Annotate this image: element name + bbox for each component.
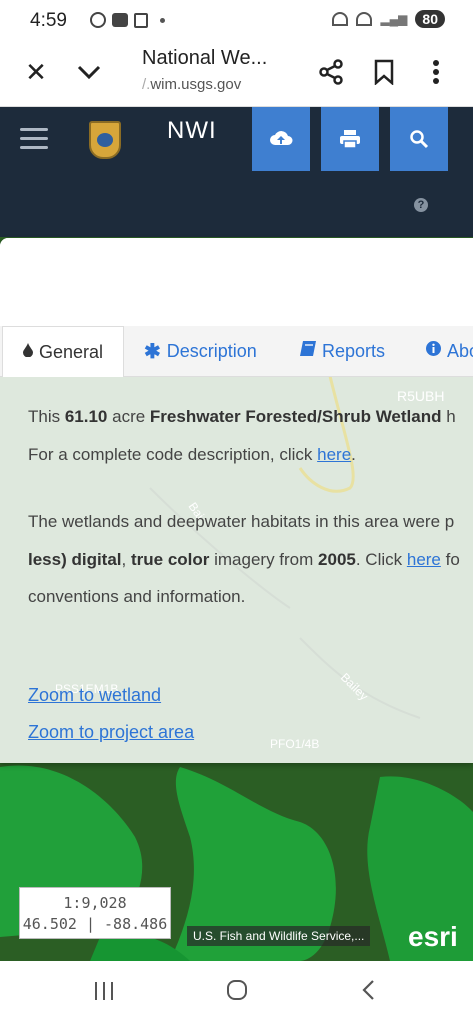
search-icon — [410, 130, 429, 149]
usfws-logo — [89, 121, 121, 159]
map-scale: 1:9,028 — [63, 894, 127, 912]
tab-general-label: General — [38, 341, 104, 362]
help-icon[interactable]: ? — [414, 198, 428, 212]
tab-reports-label: Reports — [322, 340, 386, 361]
map-coordinates: 46.502 | -88.486 — [22, 915, 168, 933]
share-icon[interactable] — [313, 54, 349, 90]
book-icon — [300, 341, 316, 361]
tab-reports[interactable]: Reports — [300, 326, 385, 376]
tab-about[interactable]: Abo — [426, 326, 473, 376]
tab-description[interactable]: ✱ Description — [144, 326, 257, 376]
habitat-text-line1: The wetlands and deepwater habitats in t… — [28, 512, 455, 531]
battery-badge: 80 — [415, 10, 445, 28]
menu-icon[interactable] — [20, 128, 48, 150]
url-host[interactable]: /.wim.usgs.gov — [142, 76, 241, 93]
search-button[interactable] — [390, 107, 448, 171]
conventions-link[interactable]: here — [407, 550, 441, 569]
chevron-down-icon[interactable] — [71, 54, 107, 90]
signal-icon: ▂▄▆ — [380, 12, 408, 26]
asterisk-icon: ✱ — [144, 340, 161, 363]
url-host-name: wim.usgs.gov — [150, 76, 242, 93]
habitat-text-line2: less) digital, true color imagery from 2… — [28, 549, 460, 569]
wetland-summary-line: This 61.10 acre Freshwater Forested/Shru… — [28, 407, 456, 426]
back-icon[interactable] — [361, 977, 375, 1008]
map-attribution[interactable]: U.S. Fish and Wildlife Service,... — [187, 926, 371, 946]
app-header: NWI ? — [0, 107, 473, 237]
app-title: NWI — [167, 117, 217, 144]
home-icon[interactable] — [226, 977, 248, 1008]
status-right-icons: ▂▄▆ 80 — [332, 10, 445, 28]
browser-toolbar: ✕ National We... /.wim.usgs.gov — [0, 40, 473, 107]
youtube-icon — [112, 13, 128, 27]
panel-header — [0, 238, 473, 327]
status-left-icons — [90, 12, 165, 28]
esri-logo: esri — [408, 921, 458, 952]
page-title[interactable]: National We... — [142, 47, 267, 70]
system-nav-bar — [0, 961, 473, 1024]
app-notification-icon — [90, 12, 106, 28]
map-label-bailey: Bailey — [338, 670, 371, 703]
hotspot-icon — [332, 12, 349, 26]
tab-general[interactable]: General — [2, 326, 124, 377]
more-notifications-icon — [160, 17, 165, 23]
cloud-upload-icon — [270, 131, 293, 145]
info-icon — [426, 341, 441, 361]
habitat-text-line3: conventions and information. — [28, 587, 246, 606]
bookmark-icon[interactable] — [366, 54, 402, 90]
code-description-link[interactable]: here — [317, 445, 351, 464]
wetland-info-panel: R5UBH Bai Bailey PSS1EM1B PFO1/4B Genera… — [0, 238, 473, 763]
droplet-icon — [22, 342, 33, 362]
print-icon — [340, 130, 360, 149]
acreage-value: 61.10 — [64, 407, 108, 426]
tab-description-label: Description — [166, 340, 257, 361]
code-description-line: For a complete code description, click h… — [28, 444, 356, 464]
tab-about-label: Abo — [447, 340, 473, 361]
imagery-year: 2005 — [318, 549, 356, 569]
calendar-icon — [134, 12, 148, 28]
status-time: 4:59 — [30, 10, 67, 31]
zoom-to-project-area-link[interactable]: Zoom to project area — [28, 722, 194, 743]
scale-coordinates-box: 1:9,028 46.502 | -88.486 — [19, 887, 171, 939]
close-icon[interactable]: ✕ — [18, 54, 54, 90]
panel-tabs: General ✱Description Reports Abo — [0, 326, 473, 377]
more-vert-icon[interactable] — [418, 54, 454, 90]
print-button[interactable] — [321, 107, 379, 171]
status-bar: 4:59 ▂▄▆ 80 — [0, 0, 473, 40]
upload-cloud-button[interactable] — [252, 107, 310, 171]
map-label-pfo: PFO1/4B — [270, 737, 319, 751]
recent-apps-icon[interactable] — [93, 977, 115, 1008]
zoom-to-wetland-link[interactable]: Zoom to wetland — [28, 685, 161, 706]
wifi-icon — [356, 12, 373, 26]
general-content: This 61.10 acre Freshwater Forested/Shru… — [28, 398, 473, 616]
wetland-type: Freshwater Forested/Shrub Wetland — [149, 407, 442, 426]
